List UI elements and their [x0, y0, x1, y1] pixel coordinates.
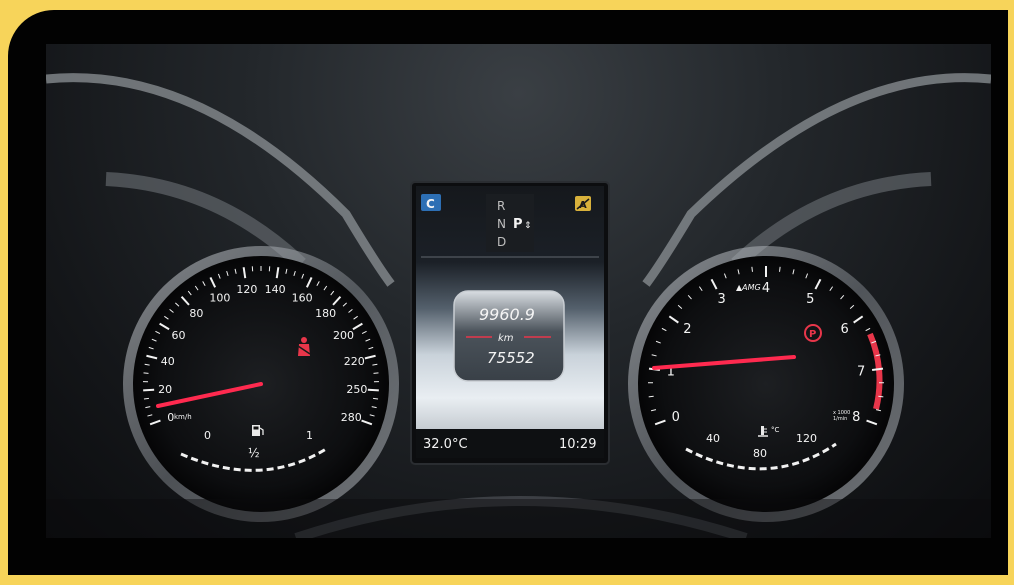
- tach-tick: [779, 266, 781, 272]
- svg-text:P: P: [809, 329, 816, 340]
- speedometer: 0 20 40 6080 100 120 140 160180 200 220 250 280 km/…: [123, 246, 399, 522]
- speed-label: 60: [172, 329, 186, 342]
- speed-label: 20: [158, 383, 172, 396]
- speed-label: 80: [189, 307, 203, 320]
- tach-label: 8: [852, 410, 860, 425]
- coolant-mid-label: 80: [753, 447, 767, 460]
- gear-r: R: [497, 199, 505, 213]
- cluster-drawing: 020406080100120 140160180200220250280 km/…: [46, 73, 991, 538]
- coolant-low-label: 40: [706, 432, 720, 445]
- speed-tick: [143, 388, 155, 392]
- speed-label: 280: [341, 411, 362, 424]
- gear-updown-icon: ⇕: [524, 221, 532, 231]
- speed-label: 250: [346, 383, 367, 396]
- tach-label: 0: [672, 410, 680, 425]
- gear-d: D: [497, 235, 506, 249]
- coolant-high-label: 120: [796, 432, 817, 445]
- instrument-cluster-photo: 0 20 40 60 80 100 120 140 160 180 200 220 250 280 km/…: [46, 44, 991, 538]
- speed-label: 140: [265, 283, 286, 296]
- center-display: C R N D P ⇕ A 9960.9 km 75552 32.0°C 10:…: [410, 181, 610, 465]
- tach-label: 7: [857, 364, 865, 379]
- rpm-unit-line2: 1/min: [833, 416, 847, 422]
- tach-tick: [878, 395, 884, 398]
- speed-label: 40: [161, 355, 175, 368]
- gear-selected: P: [513, 217, 523, 232]
- speed-label: 120: [236, 283, 257, 296]
- tach-tick: [871, 367, 884, 372]
- tach-label: 2: [683, 322, 691, 337]
- total-odometer: 75552: [487, 349, 535, 367]
- speed-label: 100: [209, 291, 230, 304]
- tach-tick: [648, 395, 654, 398]
- mode-badge-label: C: [426, 197, 435, 211]
- speed-label: 200: [333, 329, 354, 342]
- speed-unit-label: km/h: [174, 413, 192, 421]
- eco-start-stop-icon: A: [575, 196, 591, 211]
- fuel-empty-label: 0: [204, 429, 211, 442]
- speed-label: 220: [344, 355, 365, 368]
- coolant-unit: °C: [771, 426, 780, 434]
- gear-n: N: [497, 217, 506, 231]
- tach-label: 4: [762, 281, 770, 296]
- trip-odometer: 9960.9: [479, 305, 535, 324]
- clock: 10:29: [559, 437, 596, 452]
- photo-frame: 0 20 40 60 80 100 120 140 160 180 200 220 250 280 km/…: [0, 0, 1014, 585]
- odometer-unit: km: [498, 333, 514, 344]
- speed-tick: [143, 397, 149, 400]
- tach-tick: [751, 266, 753, 272]
- bottom-shadow: [46, 499, 991, 538]
- fuel-full-label: 1: [306, 429, 313, 442]
- amg-logo: ▲AMG: [736, 283, 761, 292]
- tach-label: 3: [718, 292, 726, 307]
- tachometer: 012345678 ▲AMG x 1000 1/min P 40 80 120: [628, 246, 904, 522]
- outside-temperature: 32.0°C: [423, 437, 468, 452]
- right-trim-swoop: [642, 73, 991, 287]
- fuel-half-label: ½: [248, 446, 260, 460]
- tach-label: 6: [840, 322, 848, 337]
- speed-tick: [367, 388, 379, 392]
- speed-tick: [373, 397, 379, 400]
- speed-label: 180: [315, 307, 336, 320]
- speed-label: 160: [292, 291, 313, 304]
- tach-label: 5: [806, 292, 814, 307]
